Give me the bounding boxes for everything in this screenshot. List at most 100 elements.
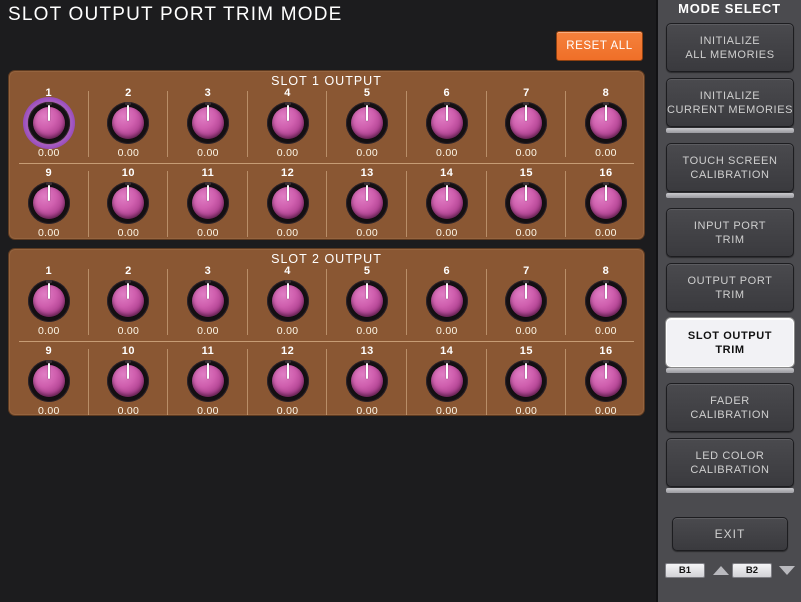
sidebar-item-slot-output-trim[interactable]: SLOT OUTPUT TRIM xyxy=(666,318,794,367)
trim-knob[interactable] xyxy=(107,360,150,402)
bank-b2-button[interactable]: B2 xyxy=(732,563,772,578)
sidebar-group-separator xyxy=(666,128,794,133)
knob-body xyxy=(505,280,548,322)
triangle-down-icon[interactable] xyxy=(776,562,798,579)
trim-knob[interactable] xyxy=(186,182,229,224)
knob-body xyxy=(425,182,468,224)
knob-pointer xyxy=(445,283,448,299)
trim-knob[interactable] xyxy=(346,360,389,402)
trim-knob[interactable] xyxy=(584,182,627,224)
knob-cell: 13 0.00 xyxy=(327,167,407,244)
knob-pointer xyxy=(366,283,369,299)
trim-knob[interactable] xyxy=(505,280,548,322)
trim-knob[interactable] xyxy=(186,360,229,402)
trim-knob[interactable] xyxy=(266,102,309,144)
sidebar-item-initialize-all-memories[interactable]: INITIALIZE ALL MEMORIES xyxy=(666,23,794,72)
trim-knob[interactable] xyxy=(186,280,229,322)
trim-knob[interactable] xyxy=(425,102,468,144)
sidebar-item-output-port-trim[interactable]: OUTPUT PORT TRIM xyxy=(666,263,794,312)
knob-index-label: 15 xyxy=(519,167,534,179)
knob-index-label: 2 xyxy=(125,265,132,277)
knob-pointer xyxy=(286,185,289,201)
sidebar-item-touch-screen-calibration[interactable]: TOUCH SCREEN CALIBRATION xyxy=(666,143,794,192)
trim-knob[interactable] xyxy=(266,360,309,402)
knob-pointer xyxy=(286,283,289,299)
trim-knob[interactable] xyxy=(266,280,309,322)
knob-index-label: 16 xyxy=(599,345,613,357)
trim-knob[interactable] xyxy=(107,280,150,322)
knob-value-label: 0.00 xyxy=(37,147,60,159)
knob-cell: 4 0.00 xyxy=(248,87,328,164)
knob-pointer xyxy=(366,185,369,201)
knob-pointer xyxy=(366,363,369,379)
knob-pointer xyxy=(206,363,209,379)
knob-index-label: 11 xyxy=(201,345,215,357)
trim-knob[interactable] xyxy=(425,182,468,224)
bank-b1-button[interactable]: B1 xyxy=(665,563,705,578)
sidebar-item-fader-calibration[interactable]: FADER CALIBRATION xyxy=(666,383,794,432)
knob-body xyxy=(584,360,627,402)
knob-body xyxy=(584,102,627,144)
knob-body xyxy=(27,182,70,224)
knob-body xyxy=(505,360,548,402)
sidebar-item-initialize-current-memories[interactable]: INITIALIZE CURRENT MEMORIES xyxy=(666,78,794,127)
knob-cell: 1 0.00 xyxy=(9,265,89,342)
knob-body xyxy=(186,182,229,224)
slot-1-knob-row-bottom: 9 0.00 10 0.00 11 0.00 12 0.00 13 0.00 14 0.00 15 0.0… xyxy=(9,167,644,244)
triangle-up-icon[interactable] xyxy=(710,562,732,579)
trim-knob[interactable] xyxy=(107,102,150,144)
trim-knob[interactable] xyxy=(584,102,627,144)
trim-knob[interactable] xyxy=(346,182,389,224)
knob-body xyxy=(346,182,389,224)
trim-knob[interactable] xyxy=(505,182,548,224)
sidebar-item-label: TRIM xyxy=(715,343,745,356)
slot-1-output-panel: SLOT 1 OUTPUT 1 0.00 2 0.00 3 0.00 4 0.00 5 0.00 6… xyxy=(8,70,645,240)
knob-pointer xyxy=(445,105,448,121)
trim-knob[interactable] xyxy=(266,182,309,224)
sidebar-item-label: CALIBRATION xyxy=(690,408,770,421)
knob-body xyxy=(425,102,468,144)
knob-pointer xyxy=(206,105,209,121)
knob-value-label: 0.00 xyxy=(595,325,617,337)
trim-knob[interactable] xyxy=(425,280,468,322)
knob-cell: 16 0.00 xyxy=(566,345,646,422)
trim-knob[interactable] xyxy=(186,102,229,144)
trim-knob[interactable] xyxy=(425,360,468,402)
slot-1-panel-header: SLOT 1 OUTPUT xyxy=(271,74,382,88)
trim-knob[interactable] xyxy=(27,360,70,402)
trim-knob[interactable] xyxy=(505,360,548,402)
trim-knob[interactable] xyxy=(505,102,548,144)
trim-knob[interactable] xyxy=(27,280,70,322)
knob-value-label: 0.00 xyxy=(197,325,219,337)
knob-cell: 3 0.00 xyxy=(168,87,248,164)
knob-value-label: 0.00 xyxy=(276,147,299,159)
knob-value-label: 0.00 xyxy=(117,227,140,239)
knob-index-label: 8 xyxy=(602,87,610,99)
slot-2-panel-header: SLOT 2 OUTPUT xyxy=(271,252,382,266)
sidebar-item-input-port-trim[interactable]: INPUT PORT TRIM xyxy=(666,208,794,257)
knob-cell: 7 0.00 xyxy=(487,87,567,164)
slot-2-knob-row-bottom: 9 0.00 10 0.00 11 0.00 12 0.00 13 0.00 14 0.00 15 0.0… xyxy=(9,345,644,422)
knob-pointer xyxy=(47,283,50,299)
knob-value-label: 0.00 xyxy=(435,147,458,159)
trim-knob[interactable] xyxy=(584,280,627,322)
trim-knob[interactable] xyxy=(107,182,150,224)
trim-knob[interactable] xyxy=(584,360,627,402)
slot-2-output-panel: SLOT 2 OUTPUT 1 0.00 2 0.00 3 0.00 4 0.00 5 0.00 6… xyxy=(8,248,645,417)
knob-value-label: 0.00 xyxy=(356,227,378,239)
knob-cell: 3 0.00 xyxy=(168,265,248,342)
trim-knob[interactable] xyxy=(22,97,75,149)
trim-knob[interactable] xyxy=(346,102,389,144)
sidebar-item-led-color-calibration[interactable]: LED COLOR CALIBRATION xyxy=(666,438,794,487)
slot-1-knob-row-top: 1 0.00 2 0.00 3 0.00 4 0.00 5 0.00 6 0.00 7 0.00 8 0.00 xyxy=(9,87,644,164)
exit-button[interactable]: EXIT xyxy=(672,517,788,551)
knob-index-label: 14 xyxy=(440,167,454,179)
knob-cell: 8 0.00 xyxy=(566,87,646,164)
reset-all-button[interactable]: RESET ALL xyxy=(556,31,643,61)
knob-pointer xyxy=(47,185,50,201)
knob-value-label: 0.00 xyxy=(197,405,219,417)
knob-body xyxy=(584,280,627,322)
knob-cell: 9 0.00 xyxy=(9,167,89,244)
trim-knob[interactable] xyxy=(346,280,389,322)
trim-knob[interactable] xyxy=(27,182,70,224)
